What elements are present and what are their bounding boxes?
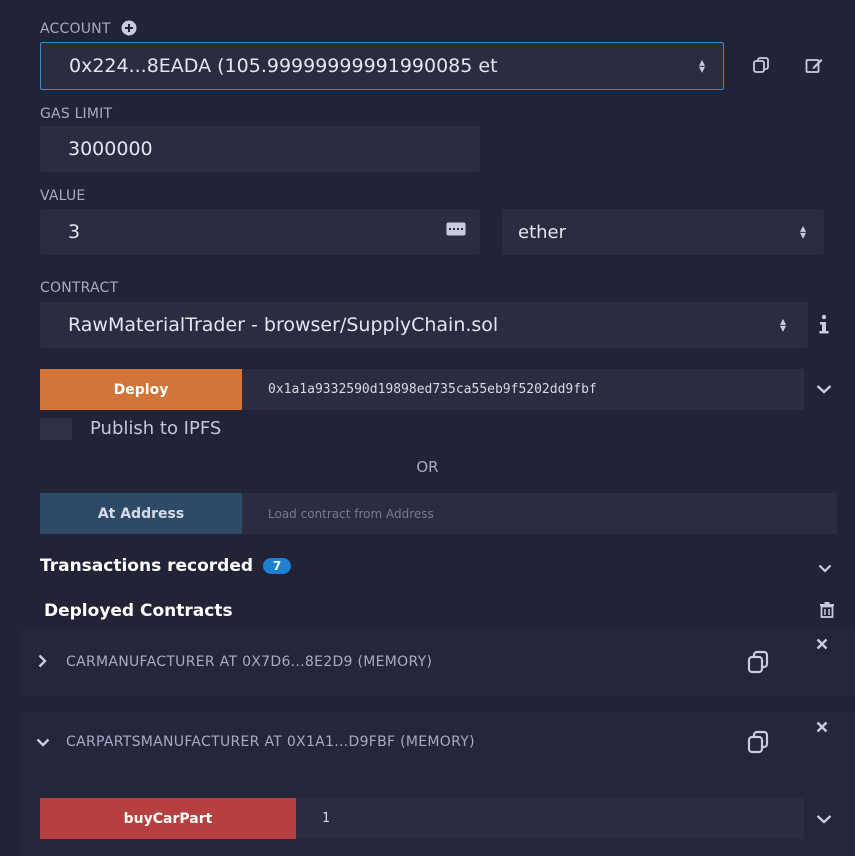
transactions-recorded-header[interactable]: Transactions recorded 7: [40, 556, 292, 576]
keyboard-icon: [446, 222, 466, 236]
account-select[interactable]: 0x224...8EADA (105.99999999991990085 et …: [40, 42, 724, 90]
deploy-button[interactable]: Deploy: [40, 369, 242, 410]
value-label: VALUE: [40, 188, 86, 204]
close-icon[interactable]: [816, 638, 828, 650]
publish-ipfs-label: Publish to IPFS: [90, 418, 222, 439]
info-icon[interactable]: [818, 314, 830, 334]
deployed-contracts-header: Deployed Contracts: [44, 601, 233, 621]
value-input[interactable]: 3: [40, 209, 480, 255]
select-arrows-icon: ▴ ▾: [698, 55, 705, 76]
contract-select[interactable]: RawMaterialTrader - browser/SupplyChain.…: [40, 302, 808, 348]
transactions-count-badge: 7: [263, 558, 292, 574]
select-arrows-icon: ▴ ▾: [779, 314, 786, 335]
edit-icon[interactable]: [805, 56, 823, 74]
contract-label: CONTRACT: [40, 280, 119, 296]
chevron-down-icon[interactable]: [818, 564, 832, 573]
value-unit-text: ether: [518, 221, 567, 243]
select-arrows-icon: ▴ ▾: [799, 221, 806, 242]
deployed-contract-title: CARMANUFACTURER AT 0X7D6...8E2D9 (MEMORY…: [66, 654, 433, 670]
chevron-right-icon[interactable]: [38, 654, 47, 668]
trash-icon[interactable]: [820, 602, 834, 618]
account-label-text: ACCOUNT: [40, 21, 111, 37]
account-select-value: 0x224...8EADA (105.99999999991990085 et: [69, 55, 498, 77]
chevron-down-icon[interactable]: [816, 814, 832, 824]
at-address-button[interactable]: At Address: [40, 493, 242, 534]
close-icon[interactable]: [816, 721, 828, 733]
copy-icon[interactable]: [746, 650, 770, 674]
deployed-contract-item[interactable]: CARMANUFACTURER AT 0X7D6...8E2D9 (MEMORY…: [20, 630, 855, 696]
chevron-down-icon[interactable]: [816, 384, 832, 394]
or-divider-text: OR: [416, 458, 439, 476]
gas-limit-value: 3000000: [68, 138, 153, 160]
deploy-args-value: 0x1a1a9332590d19898ed735ca55eb9f5202dd9f…: [268, 382, 597, 397]
copy-icon[interactable]: [746, 730, 770, 754]
gas-limit-input[interactable]: 3000000: [40, 126, 480, 172]
copy-icon[interactable]: [752, 56, 770, 74]
contract-select-value: RawMaterialTrader - browser/SupplyChain.…: [68, 314, 499, 336]
at-address-input[interactable]: Load contract from Address: [242, 493, 837, 534]
buy-car-part-button[interactable]: buyCarPart: [40, 798, 296, 839]
deploy-args-input[interactable]: 0x1a1a9332590d19898ed735ca55eb9f5202dd9f…: [242, 369, 804, 410]
value-unit-select[interactable]: ether ▴ ▾: [502, 209, 824, 255]
deployed-contract-title: CARPARTSMANUFACTURER AT 0X1A1...D9FBF (M…: [66, 734, 475, 750]
chevron-down-icon[interactable]: [36, 738, 50, 747]
at-address-placeholder: Load contract from Address: [268, 506, 434, 521]
buy-car-part-arg-input[interactable]: 1: [296, 798, 804, 839]
value-amount: 3: [68, 221, 81, 243]
buy-car-part-arg-value: 1: [322, 811, 330, 826]
publish-ipfs-checkbox[interactable]: [40, 418, 72, 440]
gas-limit-label: GAS LIMIT: [40, 106, 113, 122]
account-label: ACCOUNT: [40, 20, 137, 37]
transactions-recorded-label: Transactions recorded: [40, 556, 254, 576]
plus-circle-icon[interactable]: [121, 20, 137, 36]
